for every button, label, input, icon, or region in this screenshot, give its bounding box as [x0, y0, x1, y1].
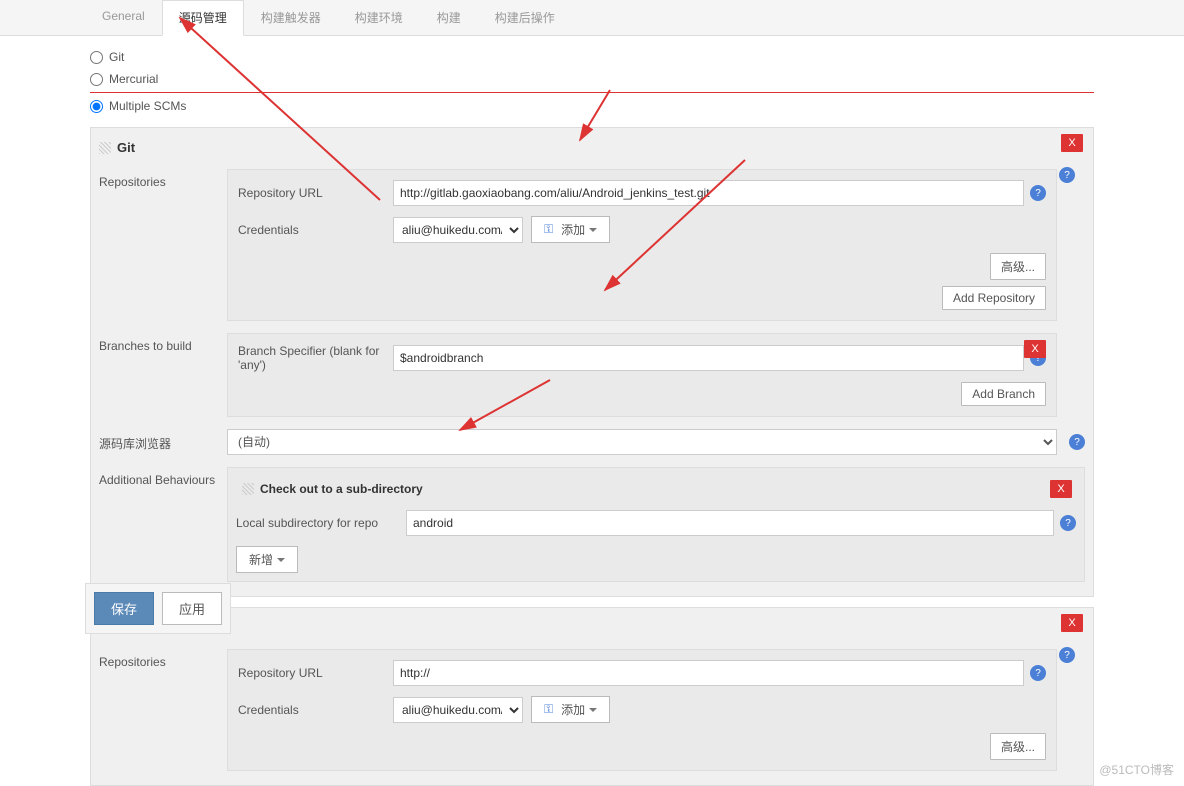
delete-behaviour-button[interactable]: X	[1050, 480, 1072, 498]
help-icon[interactable]: ?	[1059, 647, 1075, 663]
repositories-box: Repository URL ? Credentials aliu@huiked…	[227, 169, 1057, 321]
tab-build[interactable]: 构建	[420, 0, 478, 35]
repo-url-input-2[interactable]	[393, 660, 1024, 686]
chevron-down-icon	[589, 708, 597, 712]
key-icon: ⚿	[544, 702, 553, 717]
delete-branch-button[interactable]: X	[1024, 340, 1046, 358]
behaviours-box: X Check out to a sub-directory Local sub…	[227, 467, 1085, 582]
browser-select[interactable]: (自动)	[227, 429, 1057, 455]
branch-spec-input[interactable]	[393, 345, 1024, 371]
radio-multiple-label: Multiple SCMs	[109, 99, 186, 113]
chevron-down-icon	[589, 228, 597, 232]
add-credentials-button[interactable]: ⚿ 添加	[531, 216, 610, 243]
radio-mercurial-row[interactable]: Mercurial	[90, 68, 1094, 90]
tab-general[interactable]: General	[85, 0, 162, 35]
apply-button[interactable]: 应用	[162, 592, 222, 625]
repositories-label: Repositories	[99, 169, 227, 321]
repositories-label-2: Repositories	[99, 649, 227, 771]
credentials-select[interactable]: aliu@huikedu.com/******	[393, 217, 523, 243]
radio-multiple[interactable]	[90, 100, 103, 113]
bottom-bar: 保存 应用	[85, 583, 231, 634]
help-icon[interactable]: ?	[1069, 434, 1085, 450]
repositories-box-2: Repository URL ? Credentials aliu@huiked…	[227, 649, 1057, 771]
radio-multiple-row[interactable]: Multiple SCMs	[90, 95, 1094, 117]
help-icon[interactable]: ?	[1030, 185, 1046, 201]
credentials-select-2[interactable]: aliu@huikedu.com/******	[393, 697, 523, 723]
browser-label: 源码库浏览器	[99, 429, 227, 455]
radio-git[interactable]	[90, 51, 103, 64]
branches-box: X Branch Specifier (blank for 'any') ? A…	[227, 333, 1057, 417]
tab-triggers[interactable]: 构建触发器	[244, 0, 338, 35]
drag-handle-icon[interactable]	[242, 483, 254, 495]
repo-url-label: Repository URL	[238, 186, 393, 200]
credentials-label: Credentials	[238, 223, 393, 237]
advanced-button[interactable]: 高级...	[990, 253, 1046, 280]
additional-label: Additional Behaviours	[99, 467, 227, 582]
help-icon[interactable]: ?	[1060, 515, 1076, 531]
radio-mercurial[interactable]	[90, 73, 103, 86]
local-subdir-label: Local subdirectory for repo	[236, 516, 406, 530]
tab-post[interactable]: 构建后操作	[478, 0, 572, 35]
add-branch-button[interactable]: Add Branch	[961, 382, 1046, 406]
new-behaviour-button[interactable]: 新增	[236, 546, 298, 573]
repo-url-label-2: Repository URL	[238, 666, 393, 680]
scm1-title: Git	[117, 140, 135, 155]
scm-section-1: X Git Repositories ? Repository URL ?	[90, 127, 1094, 597]
tab-bar: General 源码管理 构建触发器 构建环境 构建 构建后操作	[0, 0, 1184, 36]
add-credentials-button-2[interactable]: ⚿ 添加	[531, 696, 610, 723]
delete-scm2-button[interactable]: X	[1061, 614, 1083, 632]
add-repository-button[interactable]: Add Repository	[942, 286, 1046, 310]
advanced-button-2[interactable]: 高级...	[990, 733, 1046, 760]
radio-mercurial-label: Mercurial	[109, 72, 158, 86]
annotation-line	[90, 92, 1094, 93]
credentials-label-2: Credentials	[238, 703, 393, 717]
local-subdir-input[interactable]	[406, 510, 1054, 536]
delete-scm1-button[interactable]: X	[1061, 134, 1083, 152]
branch-spec-label: Branch Specifier (blank for 'any')	[238, 344, 393, 372]
repo-url-input[interactable]	[393, 180, 1024, 206]
radio-git-label: Git	[109, 50, 124, 64]
help-icon[interactable]: ?	[1059, 167, 1075, 183]
chevron-down-icon	[277, 558, 285, 562]
drag-handle-icon[interactable]	[99, 142, 111, 154]
help-icon[interactable]: ?	[1030, 665, 1046, 681]
tab-scm[interactable]: 源码管理	[162, 0, 244, 36]
checkout-title: Check out to a sub-directory	[260, 482, 423, 496]
key-icon: ⚿	[544, 222, 553, 237]
radio-git-row[interactable]: Git	[90, 46, 1094, 68]
tab-env[interactable]: 构建环境	[338, 0, 420, 35]
branches-label: Branches to build	[99, 333, 227, 417]
save-button[interactable]: 保存	[94, 592, 154, 625]
